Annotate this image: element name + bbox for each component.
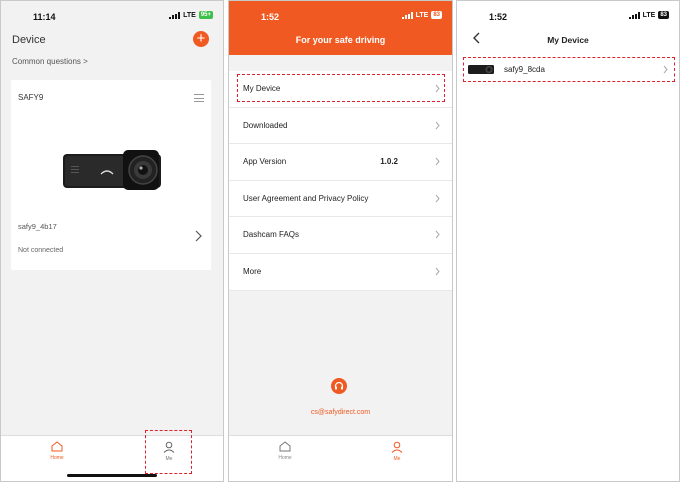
tab-home[interactable]: Home [255, 441, 315, 461]
signal-icon [169, 11, 181, 19]
status-time: 1:52 [261, 12, 280, 22]
menu-item-label: Dashcam FAQs [243, 230, 300, 240]
support-button[interactable] [331, 378, 347, 394]
headset-icon [334, 381, 344, 390]
dashcam-image [63, 150, 161, 190]
chevron-right-icon [435, 194, 440, 203]
connection-status: Not connected [18, 247, 64, 254]
menu-icon[interactable] [194, 94, 204, 105]
menu-item-label: Downloaded [243, 120, 288, 130]
nav-bar: My Device [457, 31, 679, 51]
device-name: safy9_8cda [504, 65, 545, 74]
banner-title: For your safe driving [295, 35, 386, 45]
settings-menu: My Device Downloaded App Version 1.0.2 U… [229, 71, 452, 291]
app-version-value: 1.0.2 [380, 157, 398, 167]
menu-item-dashcam-faqs[interactable]: Dashcam FAQs [229, 217, 452, 254]
device-ssid: safy9_4b17 [18, 222, 57, 231]
back-arrow-icon[interactable] [473, 32, 480, 44]
tab-bar: Home Me [229, 435, 452, 481]
header-banner: 1:52 LTE 83 For your safe driving [229, 1, 452, 55]
chevron-right-icon [663, 65, 668, 74]
status-bar: 1:52 LTE 83 [229, 1, 452, 31]
device-card[interactable]: SAFY9 safy9_4b17 Not connected [11, 80, 211, 270]
plus-icon: + [196, 30, 206, 47]
menu-item-user-agreement[interactable]: User Agreement and Privacy Policy [229, 181, 452, 218]
page-title: My Device [547, 35, 589, 45]
tab-me-label: Me [393, 456, 401, 462]
me-tab-highlight [145, 430, 192, 474]
signal-icon [401, 11, 413, 19]
battery-icon: 95+ [198, 11, 213, 19]
battery-icon: 83 [431, 11, 442, 19]
add-device-button[interactable]: + [193, 31, 209, 47]
support-email[interactable]: cs@safydirect.com [229, 409, 452, 416]
network-label: LTE [415, 11, 429, 19]
my-device-screen: 1:52 LTE 83 My Device safy9_8cda [456, 0, 680, 482]
menu-item-more[interactable]: More [229, 254, 452, 291]
menu-item-label: User Agreement and Privacy Policy [243, 193, 369, 203]
dashcam-thumbnail [468, 65, 494, 74]
chevron-right-icon [435, 121, 440, 129]
menu-item-app-version[interactable]: App Version 1.0.2 [229, 144, 452, 181]
network-label: LTE [642, 11, 656, 19]
user-icon [391, 441, 403, 453]
tab-home-label: Home [50, 455, 64, 461]
menu-item-label: More [243, 266, 262, 276]
chevron-right-icon [435, 231, 440, 239]
chevron-right-icon[interactable] [195, 230, 202, 242]
status-time: 1:52 [489, 12, 508, 22]
home-icon [279, 441, 291, 452]
page-title: Device [12, 34, 46, 46]
home-indicator [67, 474, 157, 477]
menu-item-label: App Version [243, 157, 287, 167]
tab-home-label: Home [278, 455, 292, 461]
my-device-highlight [237, 74, 445, 102]
status-bar: 1:52 LTE 83 [457, 1, 679, 31]
device-name: SAFY9 [18, 93, 44, 102]
status-time: 11:14 [33, 12, 56, 22]
signal-icon [628, 11, 640, 19]
chevron-right-icon [435, 267, 440, 276]
home-icon [51, 441, 63, 452]
page-header: Device + [1, 31, 223, 57]
menu-item-downloaded[interactable]: Downloaded [229, 108, 452, 145]
device-list-item[interactable]: safy9_8cda [463, 57, 675, 82]
tab-home[interactable]: Home [27, 441, 87, 461]
device-screen: 11:14 LTE 95+ Device + Common questions … [0, 0, 224, 482]
tab-me[interactable]: Me [367, 441, 427, 462]
me-screen: 1:52 LTE 83 For your safe driving My Dev… [228, 0, 453, 482]
battery-icon: 83 [658, 11, 669, 19]
status-bar: 11:14 LTE 95+ [1, 1, 223, 31]
chevron-right-icon [435, 157, 440, 166]
common-questions-link[interactable]: Common questions > [12, 57, 223, 81]
network-label: LTE [183, 11, 196, 19]
